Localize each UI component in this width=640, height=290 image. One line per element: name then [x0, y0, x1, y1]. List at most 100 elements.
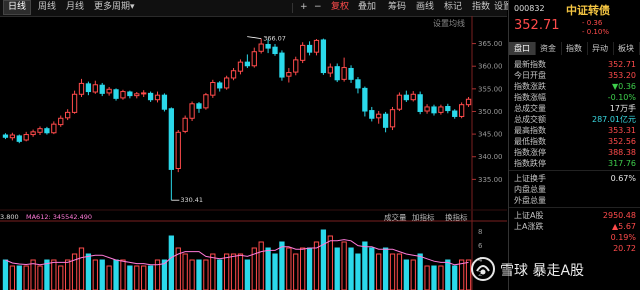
volume-left-value: 3.800 [0, 213, 19, 221]
candle-body [258, 43, 264, 52]
quote-row: 0.19% [514, 232, 636, 243]
switch-indicator-button[interactable]: 换指标 [445, 212, 468, 222]
volume-bar [161, 259, 168, 290]
volume-bar [382, 247, 389, 290]
tab-weekly[interactable]: 周线 [34, 1, 60, 14]
candle-body [313, 39, 320, 53]
candle-body [161, 94, 168, 110]
quote-row-value: 0.19% [610, 233, 636, 242]
volume-bar [320, 229, 327, 290]
candle-body [85, 83, 92, 93]
tab-index[interactable]: 指数 [561, 42, 588, 55]
volume-bar [327, 235, 333, 290]
candle-body [203, 94, 209, 109]
tab-orderbook[interactable]: 盘口 [509, 42, 536, 55]
tab-more-periods[interactable]: 更多周期▾ [90, 1, 139, 14]
quote-row: 上证换手 0.67% [514, 173, 636, 184]
volume-tick-label: 6 [478, 242, 483, 250]
quote-row: 今日开盘 353.20 [514, 70, 636, 81]
volume-bar [355, 253, 361, 290]
quote-row-value: 353.20 [608, 71, 636, 80]
volume-bar [445, 259, 451, 290]
tab-funds[interactable]: 资金 [535, 42, 562, 55]
volume-bar [244, 259, 251, 290]
tab-sector[interactable]: 板块 [613, 42, 640, 55]
tab-anomaly[interactable]: 异动 [587, 42, 614, 55]
low-annotation: 330.41 [180, 196, 203, 204]
volume-bar [452, 265, 458, 290]
chips-button[interactable]: 筹码 [384, 1, 410, 14]
quote-row: 上证A股 2950.48 [514, 210, 636, 221]
volume-bar [99, 259, 105, 290]
toolbar-divider [292, 3, 293, 13]
volume-bar [78, 247, 85, 290]
index-price: 352.71 [514, 18, 560, 33]
volume-bar [23, 265, 29, 290]
candle-body [210, 82, 216, 96]
candle-body [445, 105, 451, 112]
quote-row-value: 2950.48 [602, 211, 636, 220]
volume-bar [120, 259, 126, 290]
candle-body [348, 67, 354, 80]
candle-body [410, 93, 416, 101]
candle-body [141, 92, 147, 95]
candle-body [16, 135, 22, 142]
candle-body [389, 109, 396, 128]
quote-row: 上A涨跌 ▲5.67 [514, 221, 636, 232]
quote-row: 外盘总量 [514, 195, 636, 206]
volume-bar [417, 253, 423, 290]
quote-row-value: 352.71 [608, 60, 636, 69]
volume-bar [348, 247, 354, 290]
candle-body [230, 70, 237, 79]
volume-bar [106, 265, 112, 290]
volume-bar [272, 253, 278, 290]
candle-body [189, 103, 195, 119]
volume-bar [37, 265, 43, 290]
set-ma-button[interactable]: 设置均线 [433, 18, 465, 29]
volume-bar [141, 265, 147, 290]
quote-row-value: -0.10% [607, 93, 636, 102]
price-tick-label: 335.00 [478, 176, 503, 184]
volume-bar [403, 259, 409, 290]
candle-body [286, 72, 292, 77]
volume-bar [438, 265, 444, 290]
candle-body [106, 88, 112, 94]
candle-body [237, 61, 244, 72]
volume-bar [147, 265, 154, 290]
quote-row-value: ▲5.67 [612, 222, 636, 231]
quote-row-label: 总成交量 [514, 104, 546, 113]
price-tick-label: 360.00 [478, 63, 503, 71]
quote-row: 指数涨停 388.38 [514, 147, 636, 158]
price-tick-label: 340.00 [478, 153, 503, 161]
volume-bar [396, 253, 403, 290]
volume-bar [127, 265, 133, 290]
quote-row: 最新指数 352.71 [514, 59, 636, 70]
overlay-button[interactable]: 叠加 [354, 1, 380, 14]
candle-body [9, 134, 16, 139]
kline-chart[interactable]: 335.00 340.00 345.00 350.00 355.00 360.00 365.… [0, 16, 507, 290]
index-code: 000832 [514, 4, 545, 13]
candle-body [217, 82, 223, 89]
zoom-out-button[interactable]: − [310, 1, 326, 14]
candle-body [251, 51, 257, 67]
candle-body [320, 39, 327, 74]
candle-body [37, 128, 43, 133]
mark-button[interactable]: 标记 [440, 1, 466, 14]
volume-bar [113, 259, 119, 290]
adjust-rights-button[interactable]: 复权 [327, 1, 353, 14]
tab-daily[interactable]: 日线 [3, 0, 32, 15]
volume-bar [230, 253, 237, 290]
kline-chart-canvas: 335.00 340.00 345.00 350.00 355.00 360.00 365.… [0, 16, 507, 290]
chevron-down-icon: ▾ [130, 2, 135, 12]
draw-line-button[interactable]: 画线 [412, 1, 438, 14]
volume-bar [389, 253, 396, 290]
candle-body [92, 84, 98, 93]
tab-volume[interactable]: 成交量 [384, 212, 407, 222]
volume-bar [58, 265, 64, 290]
volume-bar [210, 253, 216, 290]
candle-body [431, 106, 437, 114]
candle-body [154, 94, 161, 101]
candle-body [44, 128, 50, 134]
add-indicator-button[interactable]: 加指标 [412, 212, 435, 222]
tab-monthly[interactable]: 月线 [62, 1, 88, 14]
